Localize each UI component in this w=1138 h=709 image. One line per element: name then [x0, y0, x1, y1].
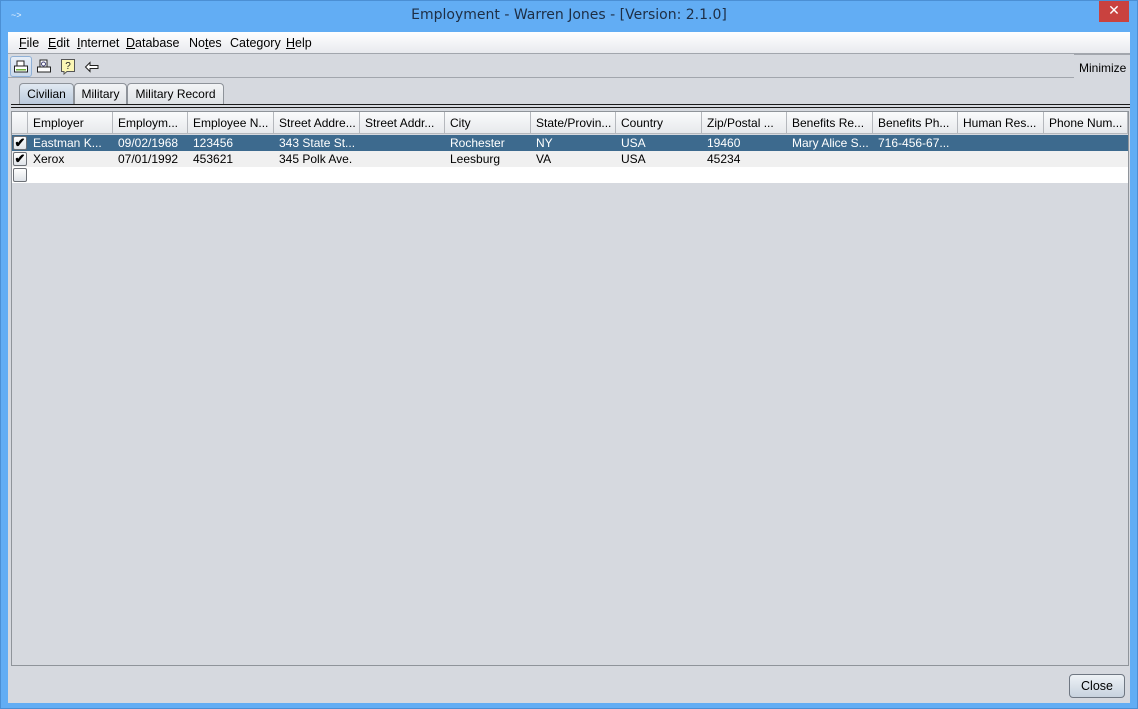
column-header[interactable]: Street Addr...: [360, 112, 445, 134]
table-cell[interactable]: 345 Polk Ave.: [274, 152, 360, 166]
tab-military-record[interactable]: Military Record: [127, 83, 224, 104]
table-cell[interactable]: 123456: [188, 136, 274, 150]
row-checkbox[interactable]: ✔: [13, 136, 27, 150]
back-button[interactable]: [81, 56, 103, 77]
toolbar: ?: [8, 54, 1074, 78]
table-cell[interactable]: 716-456-67...: [873, 136, 958, 150]
client-area: File Edit Internet Database Notes Category Hel…: [8, 32, 1130, 703]
employment-window: ~> Employment - Warren Jones - [Version:…: [0, 0, 1138, 709]
table-cell[interactable]: 343 State St...: [274, 136, 360, 150]
menu-help[interactable]: Help: [286, 36, 312, 50]
tab-divider: [11, 107, 1130, 108]
column-header[interactable]: Benefits Ph...: [873, 112, 958, 134]
print-icon: [14, 60, 28, 72]
column-header[interactable]: Employer: [28, 112, 113, 134]
minimize-button[interactable]: Minimize: [1079, 61, 1126, 75]
menu-edit[interactable]: Edit: [48, 36, 70, 50]
table-cell[interactable]: NY: [531, 136, 616, 150]
column-header[interactable]: Zip/Postal ...: [702, 112, 787, 134]
table-row[interactable]: [12, 167, 1128, 183]
table-cell[interactable]: 07/01/1992: [113, 152, 188, 166]
column-header[interactable]: Employee N...: [188, 112, 274, 134]
menu-internet[interactable]: Internet: [77, 36, 119, 50]
row-checkbox[interactable]: ✔: [13, 152, 27, 166]
table-cell[interactable]: VA: [531, 152, 616, 166]
table-cell[interactable]: USA: [616, 136, 702, 150]
table-cell[interactable]: Leesburg: [445, 152, 531, 166]
column-header[interactable]: Country: [616, 112, 702, 134]
table-cell[interactable]: Eastman K...: [28, 136, 113, 150]
tab-divider: [11, 104, 1130, 105]
menu-file[interactable]: File: [19, 36, 39, 50]
tab-military[interactable]: Military: [74, 83, 127, 104]
title-bar[interactable]: ~> Employment - Warren Jones - [Version:…: [1, 1, 1137, 32]
menu-database[interactable]: Database: [126, 36, 180, 50]
table-row[interactable]: ✔ Xerox 07/01/1992 453621 345 Polk Ave. Leesb…: [12, 151, 1128, 167]
svg-text:?: ?: [65, 61, 71, 72]
column-header[interactable]: Phone Num...: [1044, 112, 1128, 134]
table-cell[interactable]: 09/02/1968: [113, 136, 188, 150]
menu-category[interactable]: Category: [230, 36, 281, 50]
row-checkbox[interactable]: [13, 168, 27, 182]
column-header[interactable]: State/Provin...: [531, 112, 616, 134]
window-title: Employment - Warren Jones - [Version: 2.…: [411, 7, 727, 23]
table-cell[interactable]: USA: [616, 152, 702, 166]
print-preview-icon: [37, 59, 51, 73]
toolbar-divider: [1074, 54, 1130, 55]
table-cell[interactable]: 19460: [702, 136, 787, 150]
column-header[interactable]: Street Addre...: [274, 112, 360, 134]
column-header[interactable]: Employm...: [113, 112, 188, 134]
menu-notes[interactable]: Notes: [189, 36, 222, 50]
column-header-check[interactable]: [12, 112, 28, 134]
table-header: Employer Employm... Employee N... Street Ad…: [12, 112, 1128, 134]
table-cell[interactable]: 453621: [188, 152, 274, 166]
table-cell[interactable]: Rochester: [445, 136, 531, 150]
column-header[interactable]: Human Res...: [958, 112, 1044, 134]
window-close-button[interactable]: ✕: [1099, 1, 1129, 22]
help-icon: ?: [61, 59, 75, 75]
table-cell[interactable]: 45234: [702, 152, 787, 166]
help-button[interactable]: ?: [57, 56, 79, 77]
print-preview-button[interactable]: [33, 56, 55, 77]
column-header[interactable]: City: [445, 112, 531, 134]
close-button[interactable]: Close: [1069, 674, 1125, 698]
table-cell[interactable]: Xerox: [28, 152, 113, 166]
tab-civilian[interactable]: Civilian: [19, 83, 74, 105]
column-header[interactable]: Benefits Re...: [787, 112, 873, 134]
menu-bar: File Edit Internet Database Notes Category Hel…: [8, 32, 1130, 54]
table-row[interactable]: ✔ Eastman K... 09/02/1968 123456 343 State S…: [12, 135, 1128, 151]
table-cell[interactable]: Mary Alice S...: [787, 136, 873, 150]
back-arrow-icon: [84, 60, 99, 73]
print-button[interactable]: [10, 56, 32, 77]
employment-table: Employer Employm... Employee N... Street Ad…: [11, 111, 1129, 666]
